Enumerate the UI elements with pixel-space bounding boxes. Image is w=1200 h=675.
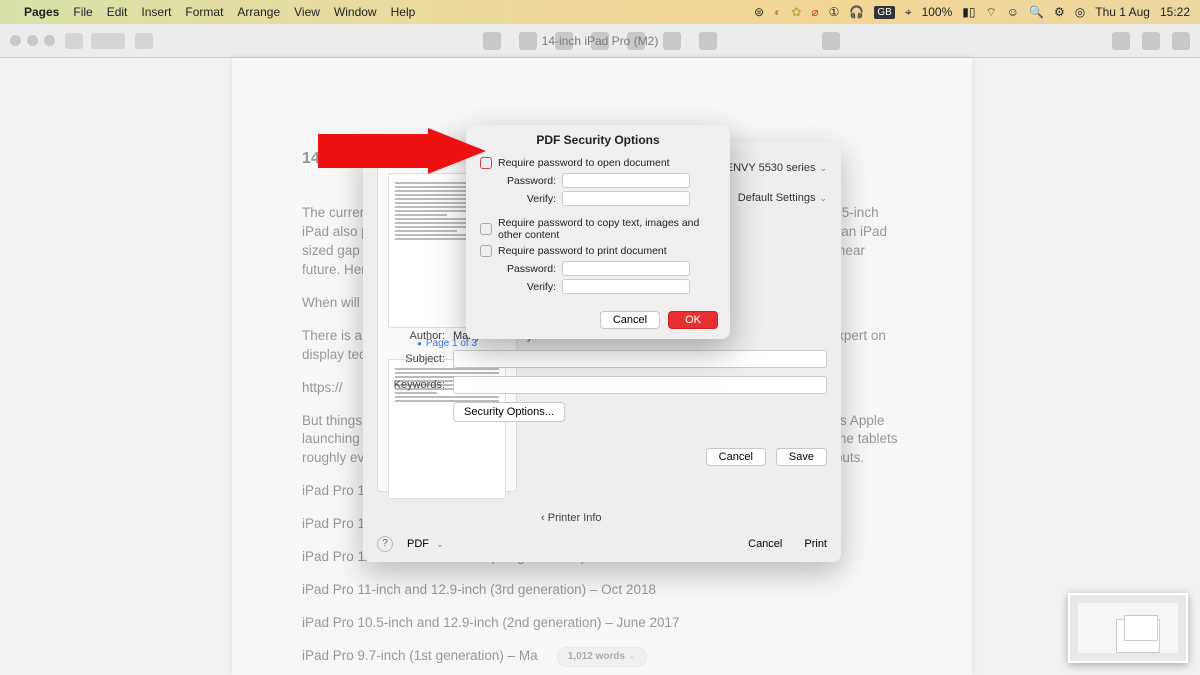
keywords-field[interactable] (453, 376, 827, 394)
password-label: Password: (506, 175, 556, 187)
toolbar-icon[interactable] (483, 32, 501, 50)
menu-bar: Pages File Edit Insert Format Arrange Vi… (0, 0, 1200, 24)
document-button[interactable] (1142, 32, 1160, 50)
toolbar: 14-inch iPad Pro (M2) (0, 24, 1200, 58)
status-icon[interactable]: ① (829, 5, 840, 19)
print-button[interactable]: Print (804, 538, 827, 550)
dialog-title: PDF Security Options (466, 125, 730, 157)
status-icon[interactable]: ⊜ (754, 5, 764, 19)
menu-time[interactable]: 15:22 (1160, 5, 1190, 19)
insert-button[interactable] (135, 33, 153, 49)
require-open-password-checkbox[interactable] (480, 157, 492, 169)
require-copy-password-checkbox[interactable] (480, 223, 492, 235)
app-menu[interactable]: Pages (24, 5, 59, 19)
menu-view[interactable]: View (294, 5, 320, 19)
subject-field[interactable] (453, 350, 827, 368)
subject-label: Subject: (385, 353, 445, 365)
require-print-password-label: Require password to print document (498, 245, 667, 257)
menu-insert[interactable]: Insert (141, 5, 171, 19)
status-icon[interactable]: ◐ (774, 5, 781, 19)
wifi-icon[interactable]: ⌔ (986, 5, 997, 20)
user-icon[interactable]: ☺ (1007, 5, 1019, 19)
require-copy-password-label: Require password to copy text, images an… (498, 217, 716, 241)
help-button[interactable]: ? (377, 536, 393, 552)
status-icon[interactable]: ✿ (791, 5, 801, 19)
pdf-menu[interactable]: PDF ⌄ (407, 538, 444, 550)
menu-help[interactable]: Help (391, 5, 416, 19)
toolbar-icon[interactable] (699, 32, 717, 50)
security-options-button[interactable]: Security Options... (453, 402, 565, 422)
format-button[interactable] (1112, 32, 1130, 50)
verify-label: Verify: (506, 281, 556, 293)
password-label: Password: (506, 263, 556, 275)
screenshot-thumbnail[interactable] (1068, 593, 1188, 663)
menu-file[interactable]: File (73, 5, 92, 19)
battery-text: 100% (922, 5, 953, 19)
presets-select[interactable]: Default Settings⌄ (738, 192, 827, 204)
pdf-security-dialog: PDF Security Options Require password to… (466, 125, 730, 339)
siri-icon[interactable]: ◎ (1075, 5, 1085, 19)
author-label: Author: (385, 330, 445, 342)
zoom-button[interactable] (91, 33, 125, 49)
toolbar-icon[interactable] (663, 32, 681, 50)
open-password-field[interactable] (562, 173, 690, 188)
menu-edit[interactable]: Edit (107, 5, 128, 19)
toolbar-icon[interactable] (519, 32, 537, 50)
window-controls[interactable] (10, 35, 55, 46)
spotlight-icon[interactable]: 🔍 (1029, 5, 1044, 19)
headphones-icon[interactable]: 🎧 (849, 5, 864, 19)
security-ok-button[interactable]: OK (668, 311, 718, 329)
pdf-cancel-button[interactable]: Cancel (706, 448, 766, 466)
require-open-password-label: Require password to open document (498, 157, 670, 169)
security-cancel-button[interactable]: Cancel (600, 311, 660, 329)
collab-button[interactable] (1172, 32, 1190, 50)
require-print-password-checkbox[interactable] (480, 245, 492, 257)
language-indicator[interactable]: GB (874, 6, 894, 19)
perm-password-field[interactable] (562, 261, 690, 276)
share-button[interactable] (822, 32, 840, 50)
menu-format[interactable]: Format (185, 5, 223, 19)
view-button[interactable] (65, 33, 83, 49)
printer-info-link[interactable]: ‹ Printer Info (541, 512, 602, 524)
menu-arrange[interactable]: Arrange (237, 5, 280, 19)
battery-icon[interactable]: ▮▯ (962, 5, 975, 19)
verify-label: Verify: (506, 193, 556, 205)
keywords-label: Keywords: (385, 379, 445, 391)
control-center-icon[interactable]: ⚙ (1054, 5, 1065, 19)
menu-window[interactable]: Window (334, 5, 377, 19)
pdf-save-button[interactable]: Save (776, 448, 827, 466)
open-verify-field[interactable] (562, 191, 690, 206)
perm-verify-field[interactable] (562, 279, 690, 294)
bluetooth-icon[interactable]: ⌖ (905, 5, 912, 20)
print-cancel-button[interactable]: Cancel (748, 538, 782, 550)
menu-date[interactable]: Thu 1 Aug (1095, 5, 1150, 19)
window-title: 14-inch iPad Pro (M2) (542, 34, 659, 48)
status-icon[interactable]: ⌀ (811, 5, 818, 19)
